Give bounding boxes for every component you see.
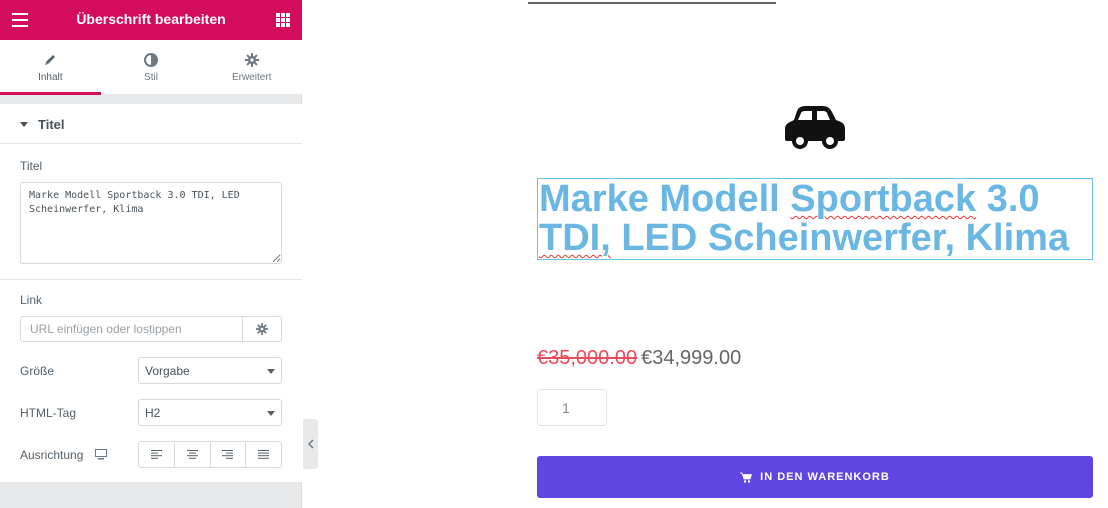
caret-down-icon: [20, 122, 28, 127]
align-justify-button[interactable]: [246, 442, 281, 467]
divider: [0, 279, 302, 280]
chevron-left-icon: [307, 439, 314, 449]
regular-price: €35,000.00: [537, 347, 638, 369]
html-tag-value: H2: [145, 406, 161, 420]
page-preview: Marke Modell Sportback 3.0 TDI, LED Sche…: [318, 0, 1108, 508]
size-select[interactable]: Vorgabe: [138, 357, 282, 384]
chevron-down-icon: [267, 411, 275, 416]
alignment-label: Ausrichtung: [20, 448, 107, 462]
tab-label: Erweitert: [231, 72, 272, 83]
tab-label: Stil: [144, 72, 158, 83]
panel-header: Überschrift bearbeiten: [0, 0, 302, 40]
title-word: Modell: [659, 178, 780, 220]
title-word: Marke: [539, 178, 649, 220]
car-icon: [785, 106, 845, 149]
title-word: Klima: [965, 217, 1070, 259]
title-word: LED: [621, 217, 698, 259]
cart-icon: [740, 472, 753, 483]
link-input[interactable]: [21, 317, 242, 341]
sale-price: €34,999.00: [641, 347, 742, 369]
tab-style[interactable]: Stil: [101, 40, 202, 94]
link-field: [20, 316, 282, 342]
alignment-control: [138, 441, 282, 468]
title-label: Titel: [20, 159, 43, 173]
title-word: Scheinwerfer,: [707, 217, 956, 259]
collapse-panel-button[interactable]: [303, 419, 318, 469]
size-value: Vorgabe: [145, 364, 190, 378]
title-word: TDI,: [539, 217, 611, 259]
title-section: Titel Titel Marke Modell Sportback 3.0 T…: [0, 104, 302, 482]
pencil-icon: [45, 55, 56, 65]
section-header[interactable]: Titel: [0, 104, 302, 144]
tab-advanced[interactable]: Erweitert: [201, 40, 302, 94]
align-center-button[interactable]: [175, 442, 211, 467]
size-label: Größe: [20, 364, 55, 378]
align-right-icon: [222, 450, 234, 459]
quantity-input[interactable]: 1: [537, 389, 607, 426]
title-word: 3.0: [986, 178, 1040, 220]
widgets-grid-icon[interactable]: [276, 13, 290, 27]
title-textarea[interactable]: Marke Modell Sportback 3.0 TDI, LED Sche…: [20, 182, 282, 264]
product-title-heading[interactable]: Marke Modell Sportback 3.0 TDI, LED Sche…: [537, 178, 1093, 260]
link-options-button[interactable]: [242, 317, 281, 341]
tab-content[interactable]: Inhalt: [0, 40, 101, 95]
editor-panel: Überschrift bearbeiten Inhalt Stil Erwei…: [0, 0, 302, 508]
cart-label: IN DEN WARENKORB: [760, 471, 890, 483]
html-tag-select[interactable]: H2: [138, 399, 282, 426]
link-label: Link: [20, 293, 43, 307]
html-tag-label: HTML-Tag: [20, 406, 77, 420]
gear-icon: [256, 323, 268, 335]
section-title: Titel: [38, 117, 65, 132]
contrast-icon: [144, 53, 158, 67]
title-word: Sportback: [790, 178, 977, 220]
align-center-icon: [186, 450, 198, 459]
tab-label: Inhalt: [38, 72, 63, 83]
align-left-button[interactable]: [139, 442, 175, 467]
panel-title: Überschrift bearbeiten: [76, 11, 226, 27]
add-to-cart-button[interactable]: IN DEN WARENKORB: [537, 456, 1093, 498]
panel-tabs: Inhalt Stil Erweitert: [0, 40, 302, 95]
align-left-icon: [150, 450, 162, 459]
desktop-icon[interactable]: [94, 449, 107, 460]
gear-icon: [244, 53, 259, 67]
align-justify-icon: [258, 450, 270, 459]
alignment-label-text: Ausrichtung: [20, 448, 84, 462]
product-price: €35,000.00 €34,999.00: [537, 347, 741, 370]
cropped-text-underline: [528, 0, 776, 4]
align-right-button[interactable]: [211, 442, 247, 467]
chevron-down-icon: [267, 369, 275, 374]
